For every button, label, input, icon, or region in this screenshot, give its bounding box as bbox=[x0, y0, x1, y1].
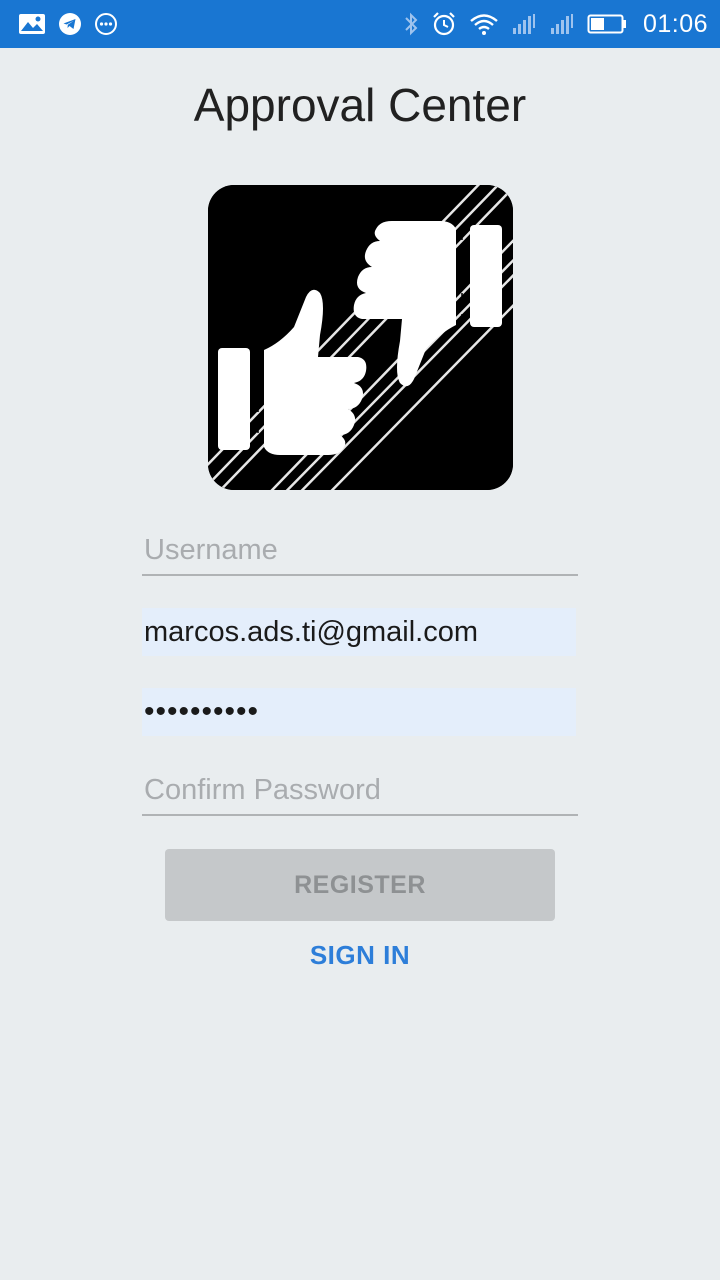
bluetooth-icon bbox=[403, 11, 419, 37]
more-circle-icon bbox=[94, 12, 118, 36]
signal-1-icon bbox=[511, 12, 537, 36]
register-button[interactable]: REGISTER bbox=[165, 849, 555, 921]
email-input[interactable] bbox=[142, 608, 576, 656]
password-input[interactable] bbox=[142, 688, 576, 736]
thumbs-up-down-icon bbox=[208, 185, 513, 490]
status-bar: 01:06 bbox=[0, 0, 720, 48]
sign-in-link[interactable]: SIGN IN bbox=[0, 940, 720, 971]
status-time: 01:06 bbox=[642, 9, 708, 38]
page-title: Approval Center bbox=[193, 79, 527, 131]
signal-2-icon bbox=[549, 12, 575, 36]
wifi-icon bbox=[469, 12, 499, 36]
alarm-icon bbox=[431, 11, 457, 37]
image-icon bbox=[18, 12, 46, 36]
status-bar-left bbox=[18, 12, 118, 36]
username-input[interactable] bbox=[142, 526, 578, 576]
telegram-icon bbox=[58, 12, 82, 36]
battery-icon bbox=[587, 13, 627, 35]
status-bar-right: 01:06 bbox=[403, 10, 708, 39]
app-logo bbox=[208, 185, 513, 490]
confirm-password-input[interactable] bbox=[142, 766, 578, 816]
